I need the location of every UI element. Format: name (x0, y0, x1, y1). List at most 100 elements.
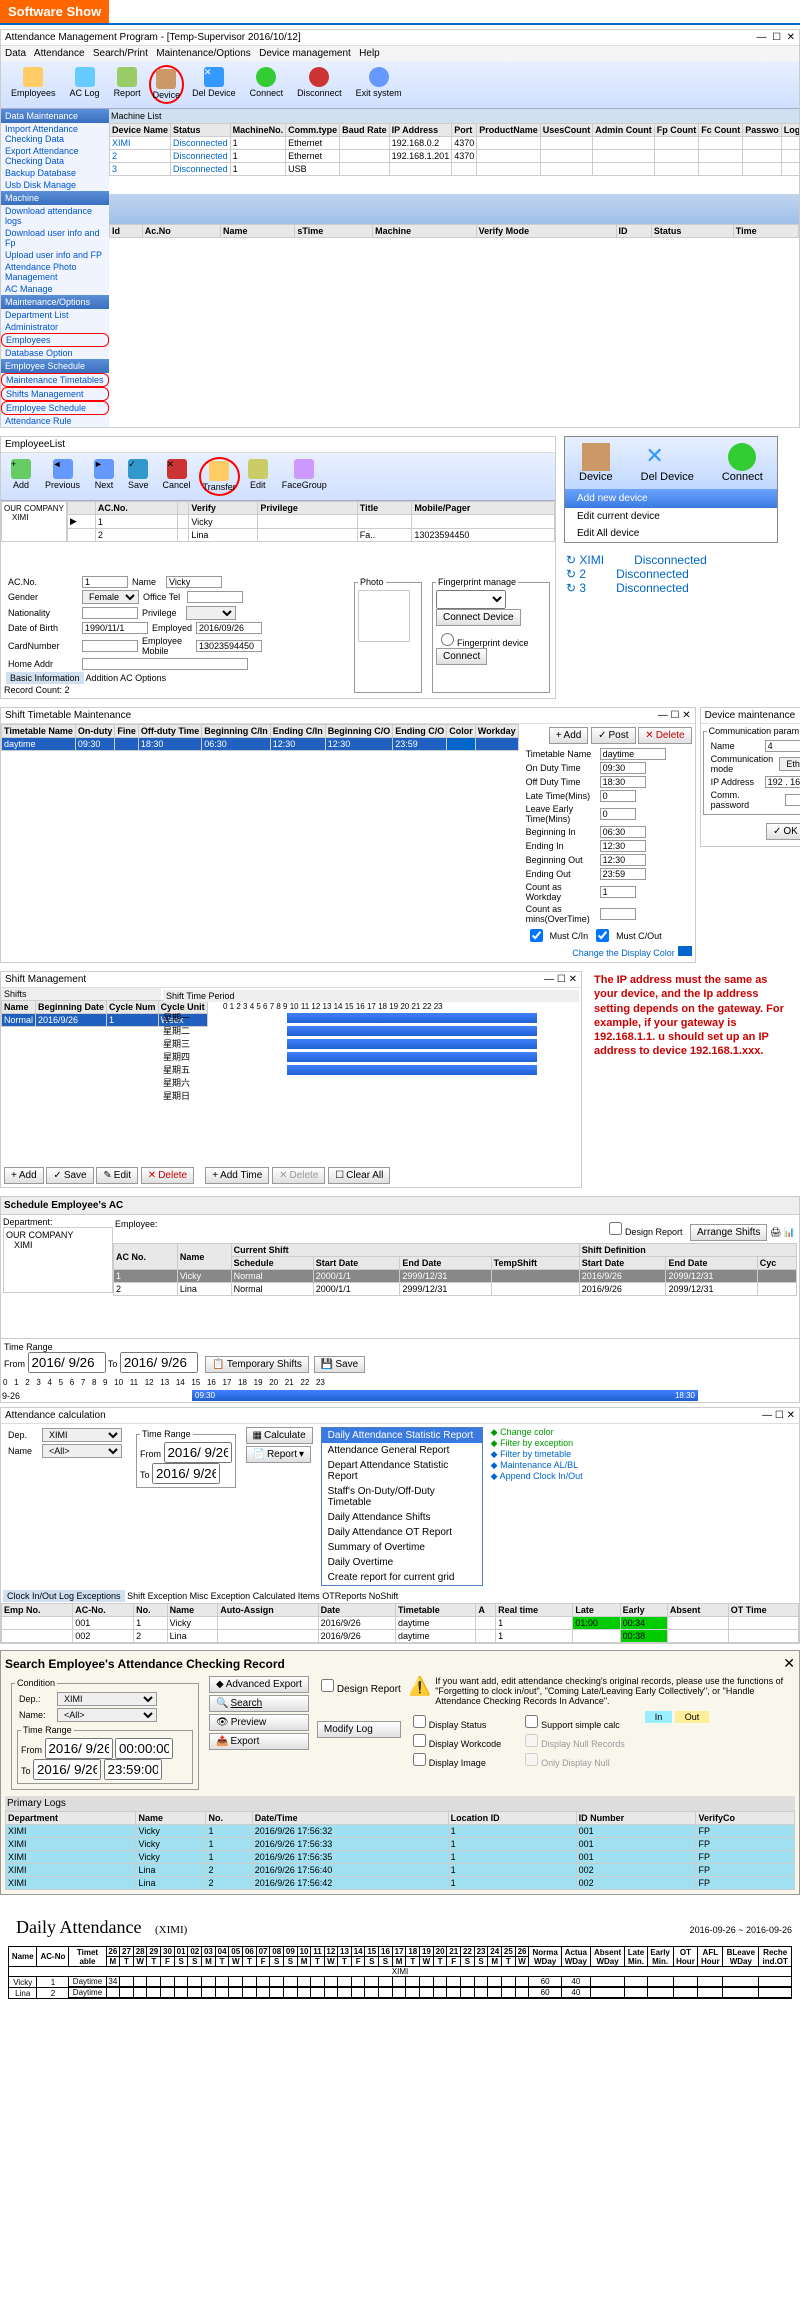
logs-grid: DepartmentNameNo.Date/TimeLocation IDID … (5, 1811, 795, 1890)
temp-shifts-button[interactable]: 📋 Temporary Shifts (205, 1356, 308, 1373)
side-db[interactable]: Database Option (1, 347, 109, 359)
report-menu-item[interactable]: Attendance General Report (322, 1443, 482, 1458)
side-admin[interactable]: Administrator (1, 321, 109, 333)
side-export[interactable]: Export Attendance Checking Data (1, 145, 109, 167)
side-attrule[interactable]: Attendance Rule (1, 415, 109, 427)
emp-next-button[interactable]: ►Next (88, 457, 120, 496)
side-link[interactable]: ◆ Maintenance AL/BL (491, 1460, 583, 1471)
dm-ok-button[interactable]: ✓ OK (766, 823, 800, 840)
emp-cancel-button[interactable]: ✕Cancel (157, 457, 197, 496)
zoom-deldevice-button[interactable]: ✕Del Device (627, 437, 708, 489)
side-usb[interactable]: Usb Disk Manage (1, 179, 109, 191)
connect-device-button[interactable]: Connect Device (436, 609, 521, 626)
calculate-button[interactable]: ▦ Calculate (246, 1427, 313, 1444)
sm-edit-button[interactable]: ✎ Edit (96, 1167, 138, 1184)
tt-post-button[interactable]: ✓ Post (591, 727, 635, 744)
change-color-link[interactable]: Change the Display Color (572, 948, 675, 958)
report-menu-item[interactable]: Summary of Overtime (322, 1540, 482, 1555)
tab-machinelist[interactable]: Machine List (111, 111, 162, 121)
window-controls[interactable]: — ☐ ✕ (757, 32, 795, 43)
side-acmanage[interactable]: AC Manage (1, 283, 109, 295)
ip-input[interactable] (765, 776, 800, 788)
dob-input[interactable] (82, 622, 148, 634)
menu-add-device[interactable]: Add new device (565, 489, 777, 508)
side-dluser[interactable]: Download user info and Fp (1, 227, 109, 249)
name-input[interactable] (166, 576, 222, 588)
arrange-shifts-button[interactable]: Arrange Shifts (690, 1224, 767, 1241)
emp-transfer-button[interactable]: Transfer (199, 457, 240, 496)
gender-select[interactable]: Female (82, 590, 139, 604)
bottom-grid: IdAc.NoNamesTimeMachineVerify ModeIDStat… (109, 224, 799, 238)
main-toolbar: Employees AC Log Report Device ✕Del Devi… (1, 61, 799, 109)
close-icon[interactable]: ✕ (783, 1655, 795, 1672)
report-menu-item[interactable]: Create report for current grid (322, 1570, 482, 1585)
side-empsched[interactable]: Employee Schedule (1, 401, 109, 415)
report-menu-item[interactable]: Daily Attendance Statistic Report (322, 1428, 482, 1443)
emp-edit-button[interactable]: Edit (242, 457, 274, 496)
aclog-button[interactable]: AC Log (64, 65, 106, 104)
side-photo[interactable]: Attendance Photo Management (1, 261, 109, 283)
employees-button[interactable]: Employees (5, 65, 62, 104)
report-menu-item[interactable]: Staff's On-Duty/Off-Duty Timetable (322, 1484, 482, 1510)
sm-addtime-button[interactable]: + Add Time (205, 1167, 269, 1184)
side-import[interactable]: Import Attendance Checking Data (1, 123, 109, 145)
report-menu-item[interactable]: Daily Overtime (322, 1555, 482, 1570)
sm-save-button[interactable]: ✓ Save (46, 1167, 93, 1184)
side-timetables[interactable]: Maintenance Timetables (1, 373, 109, 387)
calc-window: Attendance calculation— ☐ ✕ Dep.XIMI Nam… (0, 1407, 800, 1644)
report-menu: Daily Attendance Statistic Report Attend… (321, 1427, 483, 1586)
side-dept[interactable]: Department List (1, 309, 109, 321)
side-link[interactable]: ◆ Filter by exception (491, 1438, 583, 1449)
emp-save-button[interactable]: ✓Save (122, 457, 155, 496)
preview-button[interactable]: 👁 Preview (209, 1714, 309, 1731)
side-link[interactable]: ◆ Append Clock In/Out (491, 1471, 583, 1482)
emp-facegroup-button[interactable]: FaceGroup (276, 457, 333, 496)
side-upload[interactable]: Upload user info and FP (1, 249, 109, 261)
connect-button[interactable]: Connect (244, 65, 290, 104)
device-grid: Device NameStatusMachineNo.Comm.typeBaud… (109, 123, 799, 176)
report-button[interactable]: Report (108, 65, 147, 104)
emp-grid: AC.No.VerifyPrivilegeTitleMobile/Pager ▶… (67, 501, 555, 542)
tt-add-button[interactable]: + Add (549, 727, 589, 744)
zoom-connect-button[interactable]: Connect (708, 437, 777, 489)
report-menu-item[interactable]: Daily Attendance OT Report (322, 1525, 482, 1540)
device-row[interactable]: 3Disconnected1USB (110, 163, 800, 176)
side-link[interactable]: ◆ Change color (491, 1427, 583, 1438)
calc-grid: Emp No.AC-No.No.NameAuto-AssignDateTimet… (1, 1603, 799, 1643)
exit-button[interactable]: Exit system (350, 65, 408, 104)
search-button[interactable]: 🔍 Search (209, 1695, 309, 1712)
side-panel: Data Maintenance Import Attendance Check… (1, 109, 109, 427)
side-dllogs[interactable]: Download attendance logs (1, 205, 109, 227)
tt-delete-button[interactable]: ✕ Delete (638, 727, 691, 744)
report-menu-item[interactable]: Depart Attendance Statistic Report (322, 1458, 482, 1484)
menu-edit-device[interactable]: Edit current device (565, 508, 777, 525)
menu-edit-all[interactable]: Edit All device (565, 525, 777, 542)
export-button[interactable]: 📤 Export (209, 1733, 309, 1750)
adv-export-button[interactable]: ◆ Advanced Export (209, 1676, 309, 1693)
primary-logs-tab[interactable]: Primary Logs (5, 1796, 795, 1811)
zoom-device-button[interactable]: Device (565, 437, 627, 489)
company-tree[interactable]: OUR COMPANY (4, 504, 64, 513)
report-dropdown-button[interactable]: 📄 Report ▾ (246, 1446, 312, 1463)
sm-clear-button[interactable]: ☐ Clear All (328, 1167, 390, 1184)
acno-input[interactable] (82, 576, 128, 588)
sm-deltime-button[interactable]: ✕ Delete (272, 1167, 325, 1184)
disconnect-button[interactable]: Disconnect (291, 65, 348, 104)
device-row[interactable]: 2Disconnected1Ethernet192.168.1.2014370 (110, 150, 800, 163)
device-button[interactable]: Device (149, 65, 185, 104)
search-note: If you want add, edit attendance checkin… (435, 1676, 791, 1706)
modify-log-button[interactable]: Modify Log (317, 1721, 401, 1738)
sm-add-button[interactable]: + Add (4, 1167, 44, 1184)
sm-delete-button[interactable]: ✕ Delete (141, 1167, 194, 1184)
device-row[interactable]: XIMIDisconnected1Ethernet192.168.0.24370 (110, 137, 800, 150)
side-shifts[interactable]: Shifts Management (1, 387, 109, 401)
sched-save-button[interactable]: 💾 Save (314, 1356, 365, 1373)
side-backup[interactable]: Backup Database (1, 167, 109, 179)
deldevice-button[interactable]: ✕Del Device (186, 65, 242, 104)
menubar[interactable]: Data Attendance Search/Print Maintenance… (1, 46, 799, 61)
side-link[interactable]: ◆ Filter by timetable (491, 1449, 583, 1460)
emp-prev-button[interactable]: ◄Previous (39, 457, 86, 496)
emp-add-button[interactable]: +Add (5, 457, 37, 496)
side-employees[interactable]: Employees (1, 333, 109, 347)
report-menu-item[interactable]: Daily Attendance Shifts (322, 1510, 482, 1525)
